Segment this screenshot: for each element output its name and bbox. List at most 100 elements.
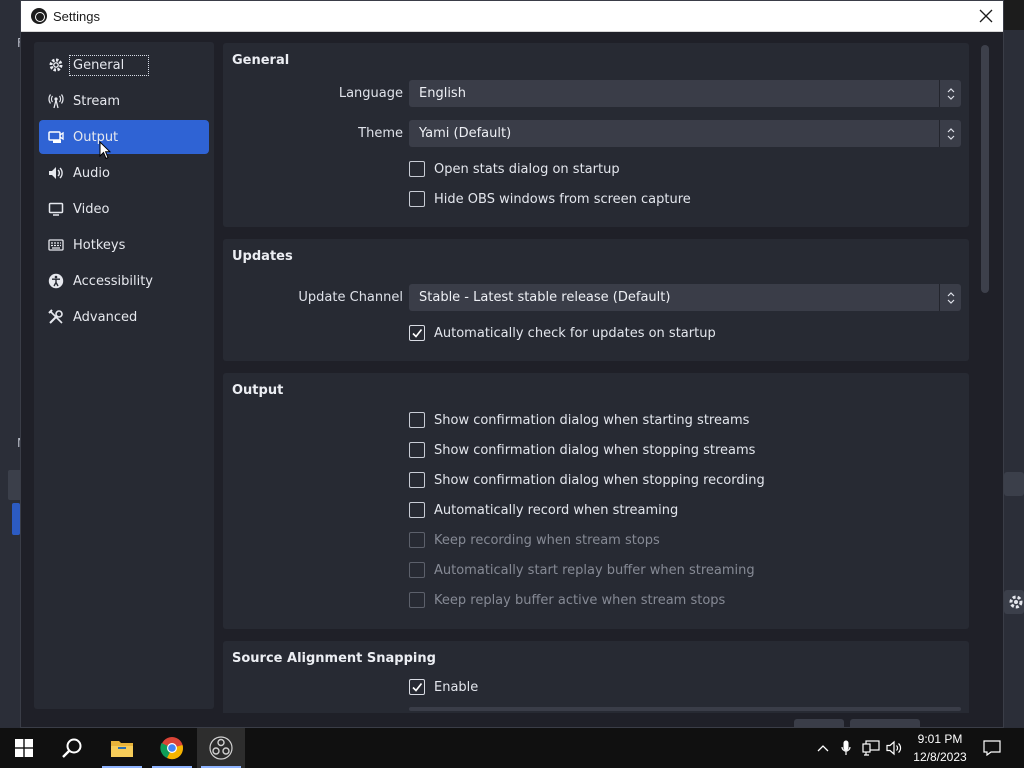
title-bar[interactable]: Settings [21, 1, 1003, 32]
updates-group: Updates Update Channel Stable - Latest s… [223, 239, 969, 361]
scrollbar-thumb[interactable] [981, 45, 989, 293]
update-channel-value: Stable - Latest stable release (Default) [419, 290, 671, 305]
background-settings-button [1004, 590, 1024, 614]
output-icon [47, 128, 65, 146]
theme-select[interactable]: Yami (Default) [409, 120, 961, 147]
hide-obs-checkbox[interactable]: Hide OBS windows from screen capture [409, 189, 691, 209]
ok-button[interactable] [794, 719, 844, 727]
monitor-icon [47, 200, 65, 218]
speaker-icon [47, 164, 65, 182]
checkbox-label: Automatically record when streaming [434, 502, 679, 518]
microphone-tray-button[interactable] [837, 728, 855, 768]
file-explorer-button[interactable] [98, 728, 146, 768]
nav-item-label: Accessibility [73, 273, 153, 289]
obs-taskbar-button[interactable] [197, 728, 245, 768]
snapping-group: Source Alignment Snapping Enable [223, 641, 969, 713]
checkbox-box [409, 325, 425, 341]
nav-item-video[interactable]: Video [39, 192, 209, 226]
nav-item-output[interactable]: Output [39, 120, 209, 154]
settings-window: Settings General Stream Output Audio Vid… [20, 0, 1004, 728]
settings-content: General Language English Theme Yami (Def… [221, 41, 973, 713]
folder-icon [111, 741, 133, 757]
start-button[interactable] [0, 728, 48, 768]
updown-arrow-icon [939, 80, 961, 107]
auto-record-checkbox[interactable]: Automatically record when streaming [409, 500, 678, 520]
checkbox-label: Enable [434, 679, 479, 695]
settings-nav: General Stream Output Audio Video Hotkey… [34, 42, 214, 709]
checkbox-label: Show confirmation dialog when stopping s… [434, 442, 756, 458]
checkbox-box [409, 412, 425, 428]
open-stats-checkbox[interactable]: Open stats dialog on startup [409, 159, 620, 179]
chevron-up-icon [817, 745, 829, 752]
nav-item-general[interactable]: General [39, 48, 209, 82]
update-channel-label: Update Channel [298, 290, 403, 305]
taskbar-clock[interactable]: 9:01 PM 12/8/2023 [905, 730, 975, 766]
checkbox-label: Keep replay buffer active when stream st… [434, 592, 726, 608]
language-label: Language [338, 86, 403, 101]
checkbox-box [409, 191, 425, 207]
snapping-enable-checkbox[interactable]: Enable [409, 677, 478, 697]
confirm-stop-stream-checkbox[interactable]: Show confirmation dialog when stopping s… [409, 440, 755, 460]
gear-icon [1009, 595, 1023, 609]
obs-logo-icon [31, 8, 47, 24]
checkbox-box [409, 442, 425, 458]
checkbox-box [409, 502, 425, 518]
checkbox-label: Show confirmation dialog when stopping r… [434, 472, 765, 488]
chrome-icon [160, 737, 183, 760]
nav-item-label: Video [73, 201, 110, 217]
obs-logo-icon [209, 736, 233, 760]
gear-icon [47, 56, 65, 74]
cancel-button[interactable] [850, 719, 920, 727]
nav-item-label: Audio [73, 165, 110, 181]
updates-group-title: Updates [232, 249, 293, 264]
search-icon [62, 738, 82, 758]
updown-arrow-icon [939, 284, 961, 311]
nav-item-audio[interactable]: Audio [39, 156, 209, 190]
auto-replay-buffer-checkbox: Automatically start replay buffer when s… [409, 560, 755, 580]
theme-label: Theme [358, 126, 403, 141]
network-tray-button[interactable] [860, 728, 882, 768]
background-selected-fragment [12, 503, 20, 535]
volume-tray-button[interactable] [884, 728, 906, 768]
show-hidden-icons-button[interactable] [813, 728, 833, 768]
snapping-sensitivity-field[interactable] [409, 707, 961, 711]
updown-arrow-icon [939, 120, 961, 147]
checkmark-icon [412, 329, 423, 338]
checkbox-label: Show confirmation dialog when starting s… [434, 412, 750, 428]
keep-replay-buffer-checkbox: Keep replay buffer active when stream st… [409, 590, 725, 610]
nav-item-stream[interactable]: Stream [39, 84, 209, 118]
search-button[interactable] [48, 728, 96, 768]
close-button[interactable] [969, 1, 1003, 31]
checkbox-box [409, 679, 425, 695]
notifications-button[interactable] [978, 728, 1006, 768]
output-group-title: Output [232, 383, 284, 398]
windows-logo-icon [15, 739, 33, 757]
snapping-group-title: Source Alignment Snapping [232, 651, 436, 666]
window-title: Settings [53, 9, 100, 24]
checkbox-box [409, 532, 425, 548]
nav-item-accessibility[interactable]: Accessibility [39, 264, 209, 298]
checkbox-label: Open stats dialog on startup [434, 161, 620, 177]
checkbox-box [409, 472, 425, 488]
chrome-button[interactable] [148, 728, 196, 768]
auto-check-updates-checkbox[interactable]: Automatically check for updates on start… [409, 323, 716, 343]
nav-item-label: Hotkeys [73, 237, 126, 253]
clock-time: 9:01 PM [917, 732, 963, 746]
speaker-icon [886, 740, 902, 756]
nav-item-hotkeys[interactable]: Hotkeys [39, 228, 209, 262]
language-select[interactable]: English [409, 80, 961, 107]
nav-item-label: Advanced [73, 309, 138, 325]
nav-item-advanced[interactable]: Advanced [39, 300, 209, 334]
taskbar: 9:01 PM 12/8/2023 [0, 728, 1024, 768]
language-value: English [419, 86, 466, 101]
tools-icon [47, 308, 65, 326]
close-icon [979, 9, 993, 23]
general-group-title: General [232, 53, 290, 68]
output-group: Output Show confirmation dialog when sta… [223, 373, 969, 629]
confirm-stop-recording-checkbox[interactable]: Show confirmation dialog when stopping r… [409, 470, 765, 490]
nav-item-label: Output [73, 129, 119, 145]
nav-item-label: General [69, 54, 150, 76]
confirm-start-stream-checkbox[interactable]: Show confirmation dialog when starting s… [409, 410, 749, 430]
keyboard-icon [47, 236, 65, 254]
update-channel-select[interactable]: Stable - Latest stable release (Default) [409, 284, 961, 311]
